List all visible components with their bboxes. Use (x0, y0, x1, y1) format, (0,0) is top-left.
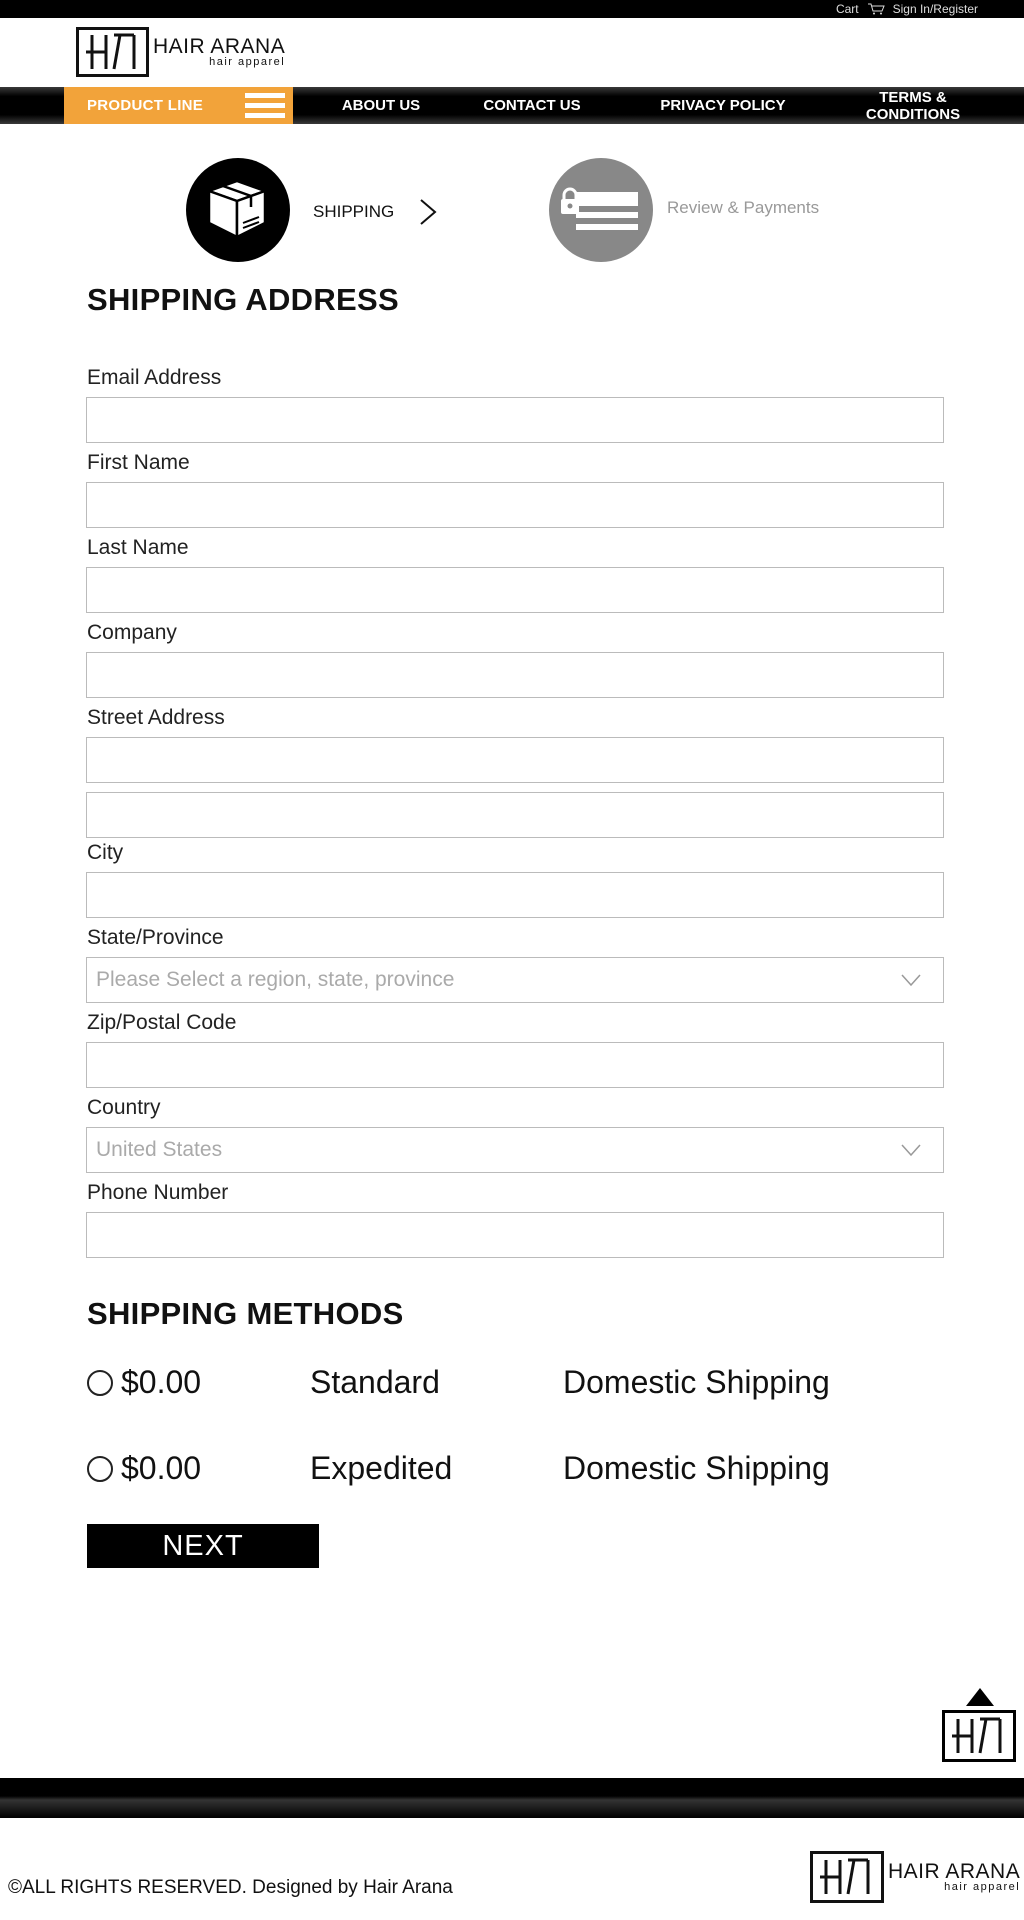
header-logo[interactable]: HAIR ARANA hair apparel (76, 27, 285, 77)
shipping-methods-title: SHIPPING METHODS (87, 1296, 404, 1331)
city-label: City (87, 841, 124, 864)
method-name: Expedited (310, 1450, 453, 1486)
zip-field[interactable] (86, 1042, 944, 1088)
brand-tagline: hair apparel (944, 1881, 1021, 1893)
street-address-line1-field[interactable] (86, 737, 944, 783)
radio-expedited[interactable] (87, 1456, 113, 1482)
phone-input[interactable] (87, 1213, 943, 1257)
company-field[interactable] (86, 652, 944, 698)
brand-name: HAIR ARANA (153, 35, 286, 58)
method-desc: Domestic Shipping (563, 1450, 830, 1486)
street-address-line2-input[interactable] (87, 793, 943, 837)
brand-tagline: hair apparel (209, 56, 286, 68)
last-name-input[interactable] (87, 568, 943, 612)
cart-icon[interactable] (867, 3, 885, 15)
phone-label: Phone Number (87, 1181, 229, 1204)
logo-text: HAIR ARANA hair apparel (888, 1861, 1020, 1893)
street-address-line2-field[interactable] (86, 792, 944, 838)
state-label: State/Province (87, 926, 224, 949)
zip-label: Zip/Postal Code (87, 1011, 237, 1034)
account-links: Cart Sign In/Register (836, 0, 978, 18)
email-field[interactable] (86, 397, 944, 443)
nav-contact-us[interactable]: CONTACT US (470, 87, 594, 124)
back-to-top-button[interactable] (942, 1688, 1018, 1764)
zip-input[interactable] (87, 1043, 943, 1087)
next-button[interactable]: NEXT (87, 1524, 319, 1568)
step-shipping-label: SHIPPING (313, 202, 395, 221)
state-select[interactable]: Please Select a region, state, province (86, 957, 944, 1003)
first-name-field[interactable] (86, 482, 944, 528)
logo-mark-icon (76, 27, 149, 77)
city-input[interactable] (87, 873, 943, 917)
method-desc: Domestic Shipping (563, 1364, 830, 1400)
logo-text: HAIR ARANA hair apparel (153, 36, 285, 68)
street-address-line1-input[interactable] (87, 738, 943, 782)
step-payment-icon (549, 158, 653, 262)
logo-mark-icon (942, 1710, 1016, 1762)
company-label: Company (87, 621, 177, 644)
company-input[interactable] (87, 653, 943, 697)
brand-name: HAIR ARANA (888, 1860, 1021, 1883)
method-name: Standard (310, 1364, 440, 1400)
phone-field[interactable] (86, 1212, 944, 1258)
nav-about-us[interactable]: ABOUT US (320, 87, 442, 124)
nav-terms-conditions[interactable]: TERMS & CONDITIONS (848, 87, 978, 124)
main-nav: PRODUCT LINE ABOUT US CONTACT US PRIVACY… (0, 87, 1024, 124)
chevron-right-icon (420, 199, 437, 225)
last-name-label: Last Name (87, 536, 189, 559)
arrow-up-icon (966, 1688, 994, 1706)
copyright-text: ©ALL RIGHTS RESERVED. Designed by Hair A… (8, 1877, 453, 1898)
shipping-address-title: SHIPPING ADDRESS (87, 282, 399, 317)
signin-link[interactable]: Sign In/Register (893, 2, 978, 16)
chevron-down-icon (901, 1144, 921, 1157)
country-select-value: United States (96, 1138, 223, 1161)
state-select-placeholder: Please Select a region, state, province (96, 968, 455, 991)
step-review-payments-label[interactable]: Review & Payments (667, 198, 819, 218)
nav-privacy-policy[interactable]: PRIVACY POLICY (648, 87, 798, 124)
country-label: Country (87, 1096, 161, 1119)
logo-mark-icon (810, 1851, 884, 1903)
top-bar: Cart Sign In/Register (0, 0, 1024, 18)
chevron-down-icon (901, 974, 921, 987)
first-name-label: First Name (87, 451, 190, 474)
nav-product-line[interactable]: PRODUCT LINE (64, 87, 293, 124)
street-address-label: Street Address (87, 706, 225, 729)
menu-icon[interactable] (245, 93, 285, 118)
step-shipping-icon (186, 158, 290, 262)
footer-logo[interactable]: HAIR ARANA hair apparel (810, 1851, 1020, 1903)
nav-product-line-label: PRODUCT LINE (87, 97, 204, 114)
method-price: $0.00 (121, 1450, 202, 1486)
email-label: Email Address (87, 366, 222, 389)
radio-standard[interactable] (87, 1370, 113, 1396)
footer-bar (0, 1778, 1024, 1818)
city-field[interactable] (86, 872, 944, 918)
email-input[interactable] (87, 398, 943, 442)
method-price: $0.00 (121, 1364, 202, 1400)
country-select[interactable]: United States (86, 1127, 944, 1173)
cart-link[interactable]: Cart (836, 2, 859, 16)
first-name-input[interactable] (87, 483, 943, 527)
last-name-field[interactable] (86, 567, 944, 613)
